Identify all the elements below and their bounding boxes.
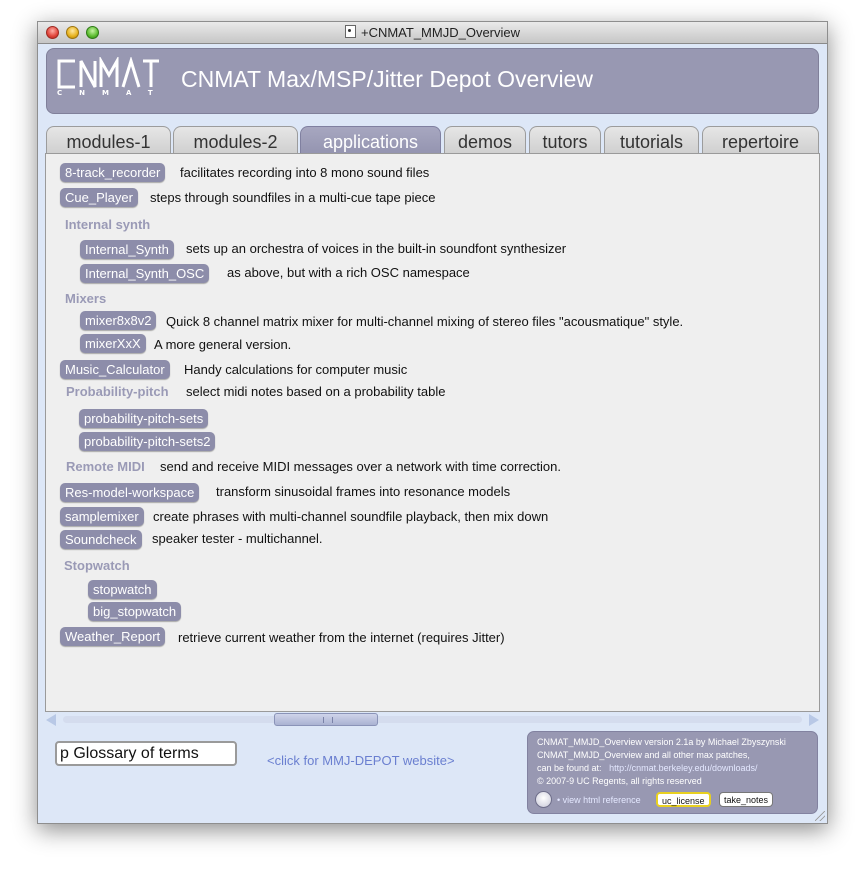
big-stopwatch-button[interactable]: big_stopwatch	[88, 602, 182, 621]
scroll-left-arrow-icon[interactable]	[46, 714, 56, 726]
section-probability-pitch: Probability-pitch	[66, 384, 169, 399]
info-location: can be found at: http://cnmat.berkeley.e…	[537, 763, 758, 773]
probability-pitch-desc: select midi notes based on a probability…	[186, 384, 446, 399]
remote-midi-desc: send and receive MIDI messages over a ne…	[160, 459, 562, 474]
uc-license-button[interactable]: uc_license	[656, 792, 711, 807]
res-model-workspace-desc: transform sinusoidal frames into resonan…	[216, 484, 511, 499]
weather-report-button[interactable]: Weather_Report	[60, 627, 166, 646]
tab-demos[interactable]: demos	[444, 126, 526, 154]
probability-pitch-sets2-button[interactable]: probability-pitch-sets2	[79, 432, 216, 451]
mixerxxx-button[interactable]: mixerXxX	[80, 334, 146, 353]
grip-icon	[323, 717, 333, 723]
section-internal-synth: Internal synth	[65, 217, 151, 232]
mmj-depot-website-link[interactable]: <click for MMJ-DEPOT website>	[267, 753, 455, 768]
window-title: +CNMAT_MMJD_Overview	[38, 22, 827, 44]
internal-synth-button[interactable]: Internal_Synth	[80, 240, 174, 259]
window-title-text: +CNMAT_MMJD_Overview	[360, 25, 521, 40]
internal-synth-desc: sets up an orchestra of voices in the bu…	[186, 241, 567, 256]
scroll-right-arrow-icon[interactable]	[809, 714, 819, 726]
tab-applications[interactable]: applications	[300, 126, 441, 154]
glossary-message-box[interactable]: p Glossary of terms	[55, 741, 237, 766]
header-banner: CNMAT CNMAT Max/MSP/Jitter Depot Overvie…	[46, 48, 819, 114]
stopwatch-button[interactable]: stopwatch	[88, 580, 157, 599]
logo-letters: CNMAT	[57, 89, 170, 97]
title-bar[interactable]: +CNMAT_MMJD_Overview	[38, 22, 827, 44]
reference-circle-button[interactable]	[535, 791, 552, 808]
tab-repertoire[interactable]: repertoire	[702, 126, 819, 154]
music-calculator-button[interactable]: Music_Calculator	[60, 360, 170, 379]
app-window: +CNMAT_MMJD_Overview CNMAT CNMAT Max/MSP…	[37, 21, 828, 824]
section-remote-midi: Remote MIDI	[66, 459, 145, 474]
mixer8x8v2-desc: Quick 8 channel matrix mixer for multi-c…	[166, 314, 684, 329]
info-patches: CNMAT_MMJD_Overview and all other max pa…	[537, 750, 750, 760]
take-notes-button[interactable]: take_notes	[719, 792, 774, 807]
eight-track-recorder-desc: facilitates recording into 8 mono sound …	[180, 165, 430, 180]
soundcheck-button[interactable]: Soundcheck	[60, 530, 142, 549]
tab-bar: modules-1 modules-2 applications demos t…	[46, 126, 821, 154]
applications-panel: 8-track_recorder facilitates recording i…	[45, 153, 820, 712]
mixerxxx-desc: A more general version.	[154, 337, 292, 352]
mixer8x8v2-button[interactable]: mixer8x8v2	[80, 311, 157, 330]
tab-tutorials[interactable]: tutorials	[604, 126, 699, 154]
cue-player-desc: steps through soundfiles in a multi-cue …	[150, 190, 436, 205]
section-stopwatch: Stopwatch	[64, 558, 130, 573]
internal-synth-osc-button[interactable]: Internal_Synth_OSC	[80, 264, 210, 283]
info-panel: CNMAT_MMJD_Overview version 2.1a by Mich…	[527, 731, 818, 814]
tab-modules-1[interactable]: modules-1	[46, 126, 171, 154]
downloads-url[interactable]: http://cnmat.berkeley.edu/downloads/	[609, 763, 757, 773]
document-icon	[344, 25, 356, 38]
probability-pitch-sets-button[interactable]: probability-pitch-sets	[79, 409, 209, 428]
internal-synth-osc-desc: as above, but with a rich OSC namespace	[227, 265, 470, 280]
info-copyright: © 2007-9 UC Regents, all rights reserved	[537, 776, 702, 786]
tab-modules-2[interactable]: modules-2	[173, 126, 298, 154]
page-title: CNMAT Max/MSP/Jitter Depot Overview	[181, 66, 593, 92]
view-html-reference-link[interactable]: • view html reference	[557, 795, 641, 805]
samplemixer-button[interactable]: samplemixer	[60, 507, 144, 526]
soundcheck-desc: speaker tester - multichannel.	[152, 531, 323, 546]
music-calculator-desc: Handy calculations for computer music	[184, 362, 408, 377]
res-model-workspace-button[interactable]: Res-model-workspace	[60, 483, 200, 502]
info-location-label: can be found at:	[537, 763, 602, 773]
cnmat-logo	[57, 57, 159, 89]
resize-grip-icon[interactable]	[815, 811, 825, 821]
weather-report-desc: retrieve current weather from the intern…	[178, 630, 505, 645]
scroll-track[interactable]	[63, 716, 802, 723]
eight-track-recorder-button[interactable]: 8-track_recorder	[60, 163, 166, 182]
info-version: CNMAT_MMJD_Overview version 2.1a by Mich…	[537, 737, 786, 747]
section-mixers: Mixers	[65, 291, 107, 306]
scroll-thumb[interactable]	[274, 713, 378, 726]
horizontal-scrollbar[interactable]	[45, 712, 820, 728]
samplemixer-desc: create phrases with multi-channel soundf…	[153, 509, 549, 524]
cue-player-button[interactable]: Cue_Player	[60, 188, 138, 207]
tab-tutors[interactable]: tutors	[529, 126, 601, 154]
